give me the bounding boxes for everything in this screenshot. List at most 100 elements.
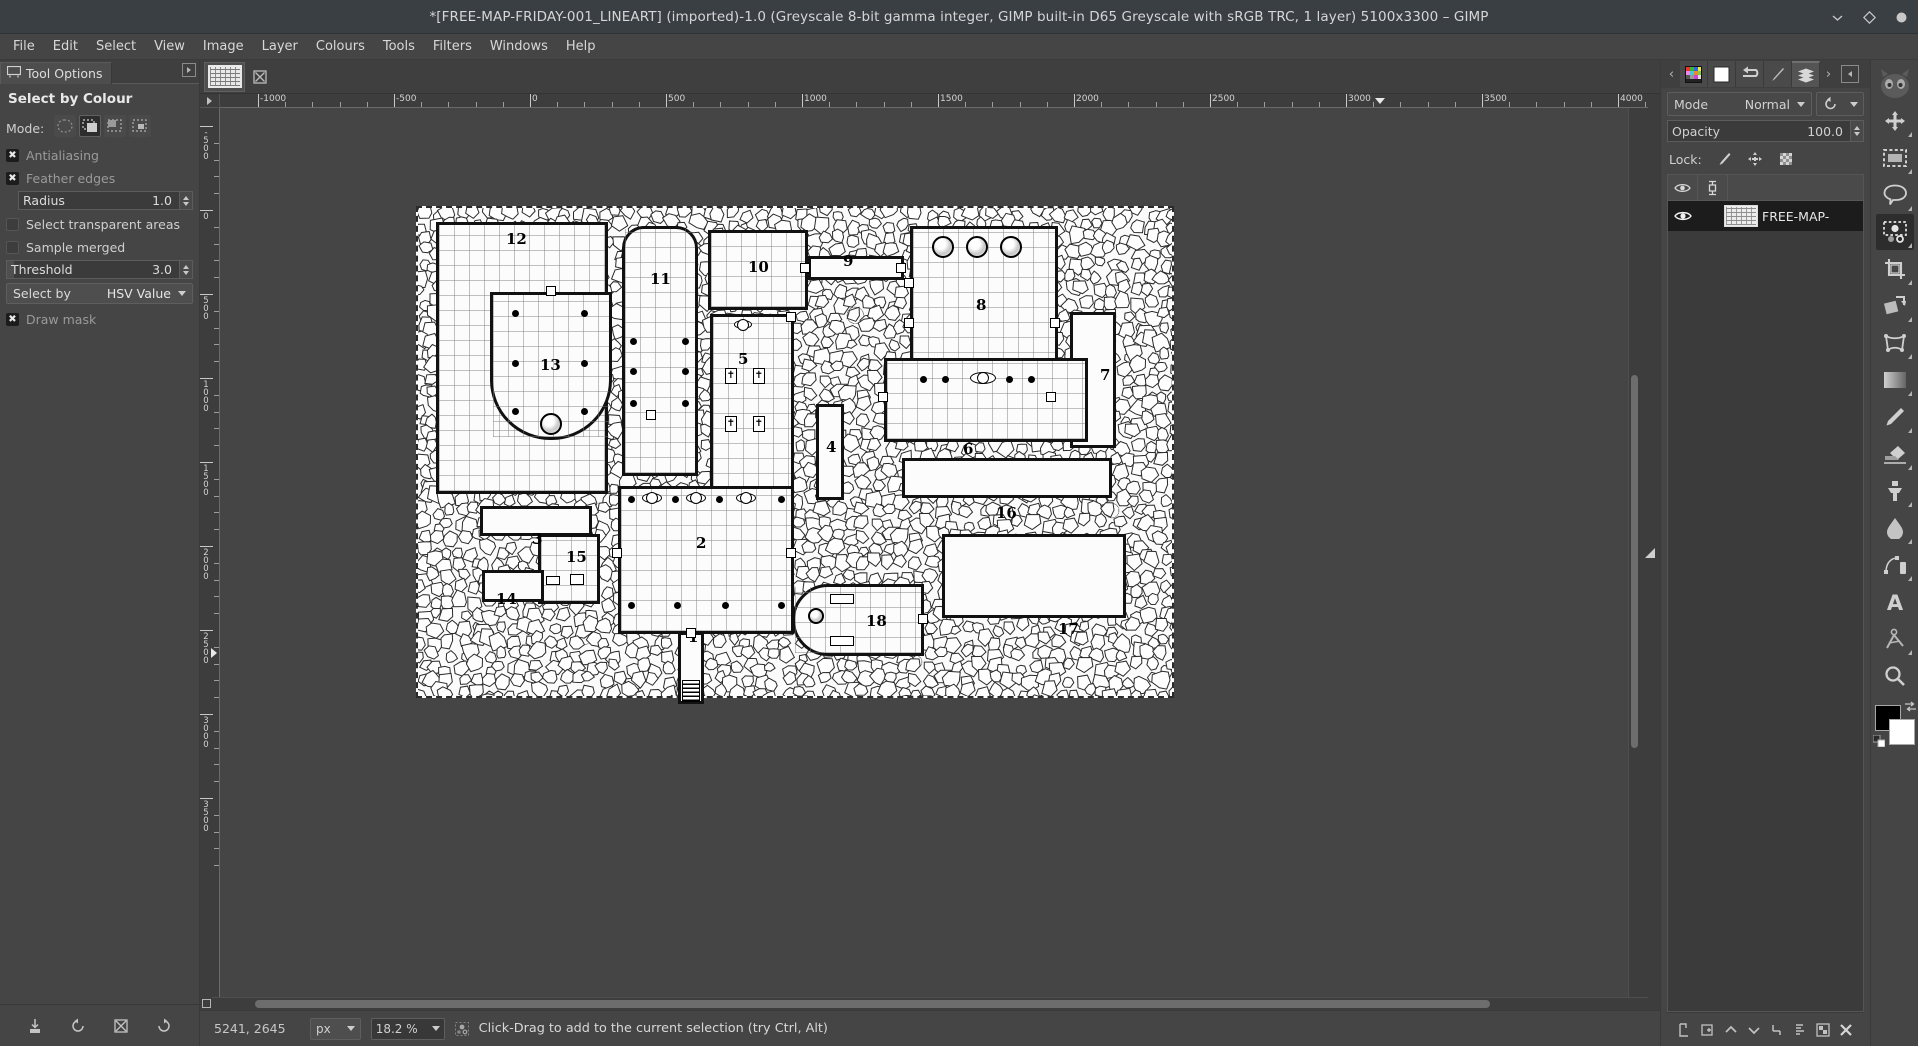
crop-tool[interactable] [1876, 251, 1914, 287]
tabstrip-scroll-left-icon[interactable]: ‹ [1663, 61, 1680, 87]
door[interactable] [1050, 318, 1060, 328]
menu-select[interactable]: Select [87, 36, 145, 57]
mode-replace-button[interactable] [54, 115, 76, 137]
threshold-spinner[interactable] [179, 261, 192, 278]
door[interactable] [1046, 392, 1056, 402]
vertical-scrollbar-thumb[interactable] [1631, 375, 1638, 748]
text-tool[interactable]: A [1876, 584, 1914, 620]
quick-mask-button[interactable] [200, 997, 212, 1010]
door[interactable] [800, 263, 810, 273]
reset-colours-icon[interactable] [1873, 735, 1885, 747]
door[interactable] [878, 392, 888, 402]
save-tool-preset-icon[interactable] [24, 1015, 46, 1037]
door[interactable] [786, 312, 796, 322]
horizontal-scrollbar-thumb[interactable] [255, 1000, 1490, 1008]
layer-list[interactable]: FREE-MAP- [1667, 174, 1864, 1012]
unit-combo[interactable]: px [310, 1018, 361, 1040]
layer-opacity-slider[interactable]: Opacity 100.0 [1667, 120, 1864, 142]
layer-opacity-spinner[interactable] [1850, 121, 1863, 141]
menu-help[interactable]: Help [557, 36, 605, 57]
tab-colormap[interactable] [1680, 61, 1708, 87]
eraser-tool[interactable] [1876, 436, 1914, 472]
horizontal-ruler[interactable]: -1000-5000500100015002000250030003500400… [220, 94, 1648, 108]
vertical-scrollbar[interactable] [1628, 108, 1640, 997]
raise-layer-icon[interactable] [1721, 1020, 1741, 1040]
pencil-tool[interactable] [1876, 399, 1914, 435]
delete-tool-preset-icon[interactable] [110, 1015, 132, 1037]
corridor-9[interactable] [808, 256, 904, 280]
menu-file[interactable]: File [4, 36, 44, 57]
delete-layer-icon[interactable] [1836, 1020, 1856, 1040]
threshold-slider[interactable]: Threshold 3.0 [6, 260, 193, 279]
unified-transform-tool[interactable] [1876, 288, 1914, 324]
add-layer-mask-icon[interactable] [1813, 1020, 1833, 1040]
duplicate-layer-icon[interactable] [1767, 1020, 1787, 1040]
door[interactable] [904, 278, 914, 288]
tab-brushes[interactable] [1764, 61, 1792, 87]
door[interactable] [646, 410, 656, 420]
menu-colours[interactable]: Colours [307, 36, 374, 57]
menu-image[interactable]: Image [194, 36, 253, 57]
image-tab-thumbnail[interactable] [204, 62, 245, 92]
close-icon[interactable] [1892, 8, 1910, 26]
feather-edges-checkbox[interactable]: ✖ [6, 172, 19, 185]
rectangle-select-tool[interactable] [1876, 140, 1914, 176]
new-layer-icon[interactable] [1675, 1020, 1695, 1040]
mode-add-button[interactable] [79, 115, 101, 137]
door[interactable] [904, 318, 914, 328]
room-2[interactable] [618, 486, 794, 634]
door[interactable] [686, 628, 696, 638]
tab-tool-options[interactable]: Tool Options [0, 62, 112, 84]
room-5[interactable] [710, 314, 794, 492]
door[interactable] [896, 263, 906, 273]
paths-tool[interactable] [1876, 547, 1914, 583]
free-select-tool[interactable] [1876, 177, 1914, 213]
layers-dock-menu-button[interactable] [1841, 65, 1859, 83]
background-colour-swatch[interactable] [1889, 719, 1915, 745]
layer-row[interactable]: FREE-MAP- [1668, 201, 1863, 231]
antialiasing-checkbox[interactable]: ✖ [6, 149, 19, 162]
close-image-icon[interactable] [247, 64, 273, 90]
room-6[interactable] [884, 358, 1088, 442]
lower-layer-icon[interactable] [1744, 1020, 1764, 1040]
layer-mode-switch-button[interactable] [1816, 92, 1864, 116]
radius-slider[interactable]: Radius 1.0 [18, 191, 193, 210]
mode-intersect-button[interactable] [129, 115, 151, 137]
sample-merged-row[interactable]: Sample merged [6, 237, 193, 258]
smudge-tool[interactable] [1876, 510, 1914, 546]
corridor-16[interactable] [902, 458, 1112, 498]
select-transparent-areas-row[interactable]: Select transparent areas [6, 214, 193, 235]
lock-pixels-icon[interactable] [1715, 150, 1733, 168]
clone-tool[interactable] [1876, 473, 1914, 509]
door[interactable] [546, 286, 556, 296]
menu-tools[interactable]: Tools [374, 36, 424, 57]
gradient-tool[interactable] [1876, 362, 1914, 398]
reset-tool-options-icon[interactable] [153, 1015, 175, 1037]
select-by-colour-tool[interactable] [1876, 214, 1914, 250]
anchor-layer-icon[interactable] [1790, 1020, 1810, 1040]
menu-edit[interactable]: Edit [44, 36, 87, 57]
select-transparent-areas-checkbox[interactable] [6, 218, 19, 231]
tabstrip-scroll-right-icon[interactable]: › [1820, 61, 1837, 87]
measure-tool[interactable] [1876, 621, 1914, 657]
dock-menu-button[interactable] [182, 63, 196, 77]
horizontal-scrollbar[interactable] [212, 997, 1648, 1010]
vertical-ruler[interactable]: -5000500100015002000250030003500 [200, 108, 220, 997]
antialiasing-row[interactable]: ✖ Antialiasing [6, 145, 193, 166]
room-11[interactable] [622, 226, 698, 476]
radius-spinner[interactable] [179, 192, 192, 209]
lock-position-icon[interactable] [1746, 150, 1764, 168]
menu-filters[interactable]: Filters [424, 36, 481, 57]
sample-merged-checkbox[interactable] [6, 241, 19, 254]
layer-visibility-icon[interactable] [1668, 210, 1698, 222]
menu-windows[interactable]: Windows [481, 36, 557, 57]
door[interactable] [918, 614, 928, 624]
maximize-icon[interactable] [1860, 8, 1878, 26]
menu-view[interactable]: View [145, 36, 194, 57]
lock-alpha-icon[interactable] [1777, 150, 1795, 168]
move-tool[interactable] [1876, 103, 1914, 139]
feather-edges-row[interactable]: ✖ Feather edges [6, 168, 193, 189]
draw-mask-row[interactable]: ✖ Draw mask [6, 309, 193, 330]
new-layer-group-icon[interactable] [1698, 1020, 1718, 1040]
menu-layer[interactable]: Layer [253, 36, 307, 57]
